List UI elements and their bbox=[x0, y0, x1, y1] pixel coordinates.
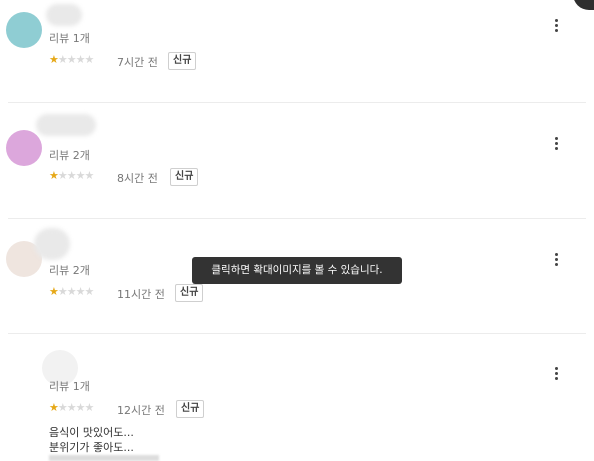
reviewer-name-blurred[interactable] bbox=[46, 4, 82, 26]
star-icon: ★ bbox=[66, 169, 77, 182]
star-icon: ★ bbox=[57, 285, 68, 298]
divider bbox=[8, 333, 586, 334]
rating-stars: ★★★★★ bbox=[49, 285, 95, 298]
more-options-button[interactable] bbox=[551, 136, 561, 152]
star-icon: ★ bbox=[66, 53, 77, 66]
review-count: 리뷰 2개 bbox=[49, 264, 90, 277]
star-icon: ★ bbox=[49, 169, 59, 182]
star-icon: ★ bbox=[84, 285, 95, 298]
star-icon: ★ bbox=[49, 285, 59, 298]
more-vertical-icon bbox=[554, 137, 558, 140]
star-icon: ★ bbox=[66, 285, 77, 298]
more-vertical-icon bbox=[554, 19, 558, 22]
review-time: 8시간 전 bbox=[117, 172, 158, 185]
tooltip: 클릭하면 확대이미지를 볼 수 있습니다. bbox=[192, 257, 402, 284]
corner-badge bbox=[573, 0, 594, 10]
divider bbox=[8, 102, 586, 103]
star-icon: ★ bbox=[84, 53, 95, 66]
more-vertical-icon bbox=[554, 253, 558, 256]
review-count: 리뷰 2개 bbox=[49, 149, 90, 162]
rating-stars: ★★★★★ bbox=[49, 53, 95, 66]
star-icon: ★ bbox=[75, 53, 86, 66]
star-icon: ★ bbox=[49, 401, 59, 414]
star-icon: ★ bbox=[75, 285, 86, 298]
more-options-button[interactable] bbox=[551, 252, 561, 268]
review-time: 12시간 전 bbox=[117, 404, 165, 417]
star-icon: ★ bbox=[57, 53, 68, 66]
star-icon: ★ bbox=[84, 401, 95, 414]
review-time: 11시간 전 bbox=[117, 288, 165, 301]
divider bbox=[8, 218, 586, 219]
star-icon: ★ bbox=[84, 169, 95, 182]
more-options-button[interactable] bbox=[551, 366, 561, 382]
star-icon: ★ bbox=[49, 53, 59, 66]
review-text-line-blurred bbox=[49, 455, 159, 461]
review-time: 7시간 전 bbox=[117, 56, 158, 69]
review-text-line: 음식이 맛있어도... bbox=[49, 426, 134, 439]
review-count: 리뷰 1개 bbox=[49, 32, 90, 45]
rating-stars: ★★★★★ bbox=[49, 169, 95, 182]
star-icon: ★ bbox=[66, 401, 77, 414]
new-badge: 신규 bbox=[175, 284, 204, 302]
star-icon: ★ bbox=[75, 401, 86, 414]
new-badge: 신규 bbox=[170, 168, 199, 186]
rating-stars: ★★★★★ bbox=[49, 401, 95, 414]
review-count: 리뷰 1개 bbox=[49, 380, 90, 393]
new-badge: 신규 bbox=[176, 400, 205, 418]
star-icon: ★ bbox=[75, 169, 86, 182]
avatar[interactable] bbox=[6, 12, 42, 48]
new-badge: 신규 bbox=[168, 52, 197, 70]
avatar[interactable] bbox=[6, 130, 42, 166]
star-icon: ★ bbox=[57, 169, 68, 182]
review-text-line: 분위기가 좋아도... bbox=[49, 441, 134, 454]
more-options-button[interactable] bbox=[551, 18, 561, 34]
reviewer-name-blurred[interactable] bbox=[34, 228, 70, 260]
star-icon: ★ bbox=[57, 401, 68, 414]
more-vertical-icon bbox=[554, 367, 558, 370]
reviewer-name-blurred[interactable] bbox=[36, 114, 96, 136]
